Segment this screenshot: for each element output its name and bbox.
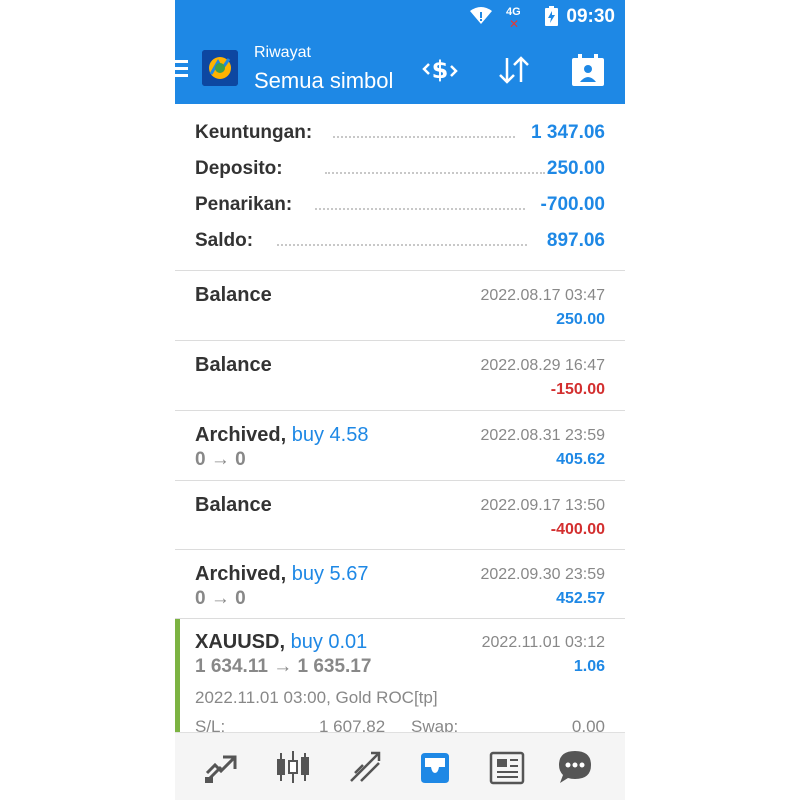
stop-loss-label: S/L: <box>195 717 226 733</box>
history-item-title: Balance <box>195 494 272 516</box>
dotted-leader <box>325 172 545 174</box>
journal-icon[interactable] <box>487 747 527 787</box>
history-item-prices: 0 → 0 <box>195 588 246 609</box>
account-summary: Keuntungan: 1 347.06 Deposito: 250.00 Pe… <box>175 104 625 270</box>
history-icon[interactable] <box>415 747 455 787</box>
summary-label: Deposito: <box>195 158 283 179</box>
trade-icon[interactable] <box>345 747 385 787</box>
history-item-amount: -150.00 <box>550 381 605 398</box>
dotted-leader <box>277 244 527 246</box>
position-comment: 2022.11.01 03:00, Gold ROC[tp] <box>195 688 438 707</box>
status-bar: 4G ✕ 09:30 <box>175 0 625 36</box>
history-item-date: 2022.09.17 13:50 <box>480 497 605 514</box>
history-item-amount: 452.57 <box>556 590 605 607</box>
mobile-signal-icon: 4G ✕ <box>501 6 525 31</box>
selected-marker <box>175 619 180 733</box>
summary-label: Keuntungan: <box>195 122 313 143</box>
history-item[interactable]: Balance 2022.08.29 16:47 -150.00 <box>175 340 625 410</box>
summary-row-balance: Saldo: 897.06 <box>195 228 605 258</box>
history-item[interactable]: Archived, buy 5.67 0 → 0 2022.09.30 23:5… <box>175 549 625 619</box>
history-item-date: 2022.08.29 16:47 <box>480 357 605 374</box>
history-item[interactable]: Balance 2022.08.17 03:47 250.00 <box>175 270 625 340</box>
phone-screen: 4G ✕ 09:30 Riwayat Semua simbol $ Keuntu… <box>175 0 625 800</box>
summary-row-withdrawal: Penarikan: -700.00 <box>195 192 605 222</box>
history-item-amount: -400.00 <box>550 521 605 538</box>
summary-value: -700.00 <box>540 194 605 215</box>
sort-icon[interactable] <box>495 52 533 88</box>
swap-value: 0.00 <box>571 717 605 733</box>
position-title: XAUUSD, buy 0.01 <box>195 631 367 654</box>
app-bar: Riwayat Semua simbol $ <box>175 36 625 104</box>
app-logo-icon <box>202 50 238 86</box>
history-item[interactable]: Archived, buy 4.58 0 → 0 2022.08.31 23:5… <box>175 410 625 480</box>
history-item-title: Archived, buy 5.67 <box>195 563 368 586</box>
stop-loss-value: 1 607.82 <box>319 717 386 733</box>
position-profit: 1.06 <box>573 658 605 675</box>
history-item-title: Balance <box>195 354 272 376</box>
dotted-leader <box>315 208 525 210</box>
history-item-prices: 0 → 0 <box>195 449 246 470</box>
history-item-amount: 250.00 <box>556 311 605 328</box>
no-signal-x-icon: ✕ <box>509 17 520 31</box>
history-item-volume: buy 4.58 <box>291 424 369 446</box>
summary-row-profit: Keuntungan: 1 347.06 <box>195 120 605 150</box>
history-item-volume: buy 5.67 <box>291 563 369 585</box>
dotted-leader <box>333 136 515 138</box>
summary-label: Saldo: <box>195 230 254 251</box>
position-prices: 1 634.11 → 1 635.17 <box>195 656 372 677</box>
battery-icon <box>545 6 558 26</box>
history-item-date: 2022.08.17 03:47 <box>480 287 605 304</box>
history-item-title: Archived, buy 4.58 <box>195 424 368 447</box>
history-item-type: Archived, <box>195 424 287 446</box>
history-item-amount: 405.62 <box>556 451 605 468</box>
history-item-title: Balance <box>195 284 272 306</box>
currency-exchange-icon[interactable]: $ <box>421 52 459 88</box>
summary-row-deposit: Deposito: 250.00 <box>195 156 605 186</box>
position-symbol: XAUUSD, <box>195 631 286 653</box>
summary-value: 250.00 <box>546 158 605 179</box>
summary-label: Penarikan: <box>195 194 293 215</box>
menu-icon[interactable] <box>175 58 189 80</box>
svg-text:$: $ <box>432 56 449 84</box>
charts-icon[interactable] <box>273 747 313 787</box>
symbol-filter-title[interactable]: Semua simbol <box>254 68 393 94</box>
history-item-date: 2022.09.30 23:59 <box>480 566 605 583</box>
quotes-icon[interactable] <box>201 747 241 787</box>
position-date: 2022.11.01 03:12 <box>481 634 605 651</box>
swap-label: Swap: <box>411 717 459 733</box>
history-item-date: 2022.08.31 23:59 <box>480 427 605 444</box>
chat-icon[interactable] <box>555 747 595 787</box>
bottom-navigation <box>175 732 625 800</box>
history-item[interactable]: Balance 2022.09.17 13:50 -400.00 <box>175 480 625 550</box>
wifi-icon <box>470 7 492 24</box>
position-volume: buy 0.01 <box>290 631 368 653</box>
position-item-expanded[interactable]: XAUUSD, buy 0.01 1 634.11 → 1 635.17 202… <box>175 618 625 733</box>
calendar-icon[interactable] <box>569 52 607 88</box>
summary-value: 1 347.06 <box>531 122 605 143</box>
app-bar-subtitle: Riwayat <box>254 44 311 61</box>
clock: 09:30 <box>566 6 615 27</box>
history-item-type: Archived, <box>195 563 287 585</box>
summary-value: 897.06 <box>546 230 605 251</box>
